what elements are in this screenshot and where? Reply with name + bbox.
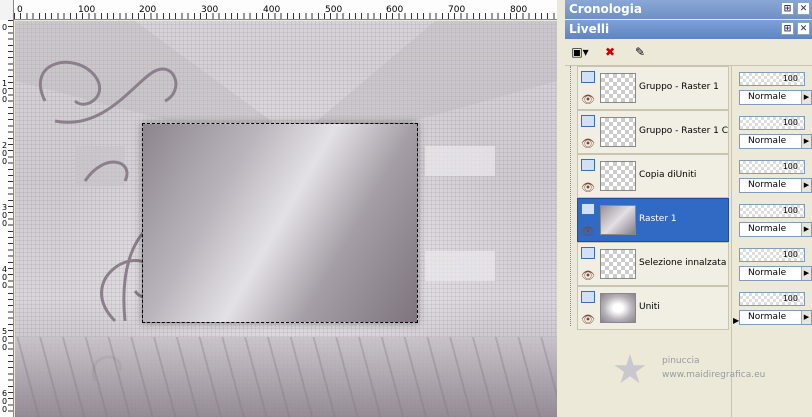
blend-mode-select[interactable]: Normale ▶ xyxy=(739,310,812,325)
ruler-ticks xyxy=(8,20,13,417)
panel-shape xyxy=(425,146,495,176)
opacity-field[interactable]: 100 xyxy=(739,204,805,218)
history-panel: Cronologia ⊞ ✕ xyxy=(565,0,812,19)
dropdown-arrow-icon[interactable]: ▶ xyxy=(801,311,811,324)
pin-icon[interactable]: ⊞ xyxy=(781,22,794,35)
layers-title-text: Livelli xyxy=(569,22,610,36)
layer-type-icon xyxy=(581,71,595,83)
layer-props-row: 100 Normale ▶ xyxy=(739,242,812,286)
layer-name: Raster 1 xyxy=(639,214,677,224)
delete-layer-icon[interactable]: ✖ xyxy=(599,42,621,62)
blend-mode-select[interactable]: Normale ▶ xyxy=(739,266,812,281)
layer-type-icon xyxy=(581,203,595,215)
layer-type-icon xyxy=(581,291,595,303)
layer-thumbnail xyxy=(600,117,636,147)
vertical-ruler: 0 100 200 300 400 500 600 xyxy=(0,20,14,417)
dropdown-arrow-icon[interactable]: ▶ xyxy=(801,179,811,192)
close-icon[interactable]: ✕ xyxy=(797,2,810,15)
eye-icon[interactable]: 👁 xyxy=(581,93,595,106)
new-layer-icon[interactable]: ▣▾ xyxy=(569,42,591,62)
watermark-url: www.maidiregrafica.eu xyxy=(662,370,766,380)
dropdown-arrow-icon[interactable]: ▶ xyxy=(801,135,811,148)
layer-thumbnail xyxy=(600,73,636,103)
eye-icon[interactable]: 👁 xyxy=(581,313,595,326)
layer-thumbnail xyxy=(600,161,636,191)
panel-splitter[interactable] xyxy=(557,0,565,417)
layers-panel: Livelli ⊞ ✕ ▣▾ ✖ ✎ xyxy=(565,20,812,66)
blend-mode-value: Normale xyxy=(748,180,787,190)
close-icon[interactable]: ✕ xyxy=(797,22,810,35)
layer-name: Gruppo - Raster 1 C xyxy=(639,126,729,136)
layer-thumbnail xyxy=(600,205,636,235)
blend-mode-value: Normale xyxy=(748,312,787,322)
layers-panel-title[interactable]: Livelli ⊞ ✕ xyxy=(565,20,812,39)
panel-shape xyxy=(425,251,495,281)
layer-name: Copia diUniti xyxy=(639,170,697,180)
opacity-field[interactable]: 100 xyxy=(739,160,805,174)
blend-mode-value: Normale xyxy=(748,136,787,146)
eye-icon[interactable]: 👁 xyxy=(581,225,595,238)
tree-line xyxy=(570,66,571,326)
layer-row[interactable]: 👁 Gruppo - Raster 1 xyxy=(577,66,729,110)
blend-mode-value: Normale xyxy=(748,92,787,102)
layer-row[interactable]: 👁 Gruppo - Raster 1 C xyxy=(577,110,729,154)
layer-props-row: 100 Normale ▶ xyxy=(739,110,812,154)
watermark-name: pinuccia xyxy=(662,356,700,366)
layer-name: Selezione innalzata xyxy=(639,258,727,268)
dropdown-arrow-icon[interactable]: ▶ xyxy=(801,267,811,280)
image-canvas[interactable] xyxy=(15,21,557,417)
layer-properties-icon[interactable]: ✎ xyxy=(629,42,651,62)
blend-mode-select[interactable]: Normale ▶ xyxy=(739,178,812,193)
layer-type-icon xyxy=(581,115,595,127)
history-panel-title[interactable]: Cronologia ⊞ ✕ xyxy=(565,0,812,19)
layer-list: 👁 Gruppo - Raster 1 👁 Gruppo - Raster 1 … xyxy=(577,66,729,330)
watermark: ★ pinuccia www.maidiregrafica.eu xyxy=(600,350,800,410)
blend-mode-select[interactable]: Normale ▶ xyxy=(739,222,812,237)
opacity-field[interactable]: 100 xyxy=(739,116,805,130)
pin-icon[interactable]: ⊞ xyxy=(781,2,794,15)
layer-thumbnail xyxy=(600,293,636,323)
blend-mode-select[interactable]: Normale ▶ xyxy=(739,90,812,105)
horizontal-ruler: 0 100 200 300 400 500 600 700 800 xyxy=(0,0,557,20)
layer-type-icon xyxy=(581,247,595,259)
dropdown-arrow-icon[interactable]: ▶ xyxy=(801,91,811,104)
history-title-text: Cronologia xyxy=(569,2,642,16)
layer-props-row: 100 Normale ▶ xyxy=(739,286,812,330)
opacity-field[interactable]: 100 xyxy=(739,72,805,86)
star-logo-icon: ★ xyxy=(612,347,648,393)
eye-icon[interactable]: 👁 xyxy=(581,181,595,194)
ruler-ticks xyxy=(14,13,557,19)
layer-row[interactable]: 👁 Uniti xyxy=(577,286,729,330)
eye-icon[interactable]: 👁 xyxy=(581,269,595,282)
layer-name: Gruppo - Raster 1 xyxy=(639,82,719,92)
blend-mode-value: Normale xyxy=(748,268,787,278)
layer-row[interactable]: 👁 Selezione innalzata xyxy=(577,242,729,286)
layer-props-row: 100 Normale ▶ xyxy=(739,198,812,242)
layer-thumbnail xyxy=(600,249,636,279)
layer-properties-column: 100 Normale ▶ 100 Normale ▶ 100 Normale ▶ 1… xyxy=(739,66,812,330)
blend-mode-select[interactable]: Normale ▶ xyxy=(739,134,812,149)
layer-row[interactable]: 👁 Copia diUniti xyxy=(577,154,729,198)
layer-props-row: 100 Normale ▶ xyxy=(739,154,812,198)
ruler-corner xyxy=(0,0,14,20)
opacity-field[interactable]: 100 xyxy=(739,248,805,262)
opacity-field[interactable]: 100 xyxy=(739,292,805,306)
floor-area xyxy=(15,337,557,417)
layers-toolbar: ▣▾ ✖ ✎ xyxy=(565,39,812,66)
eye-icon[interactable]: 👁 xyxy=(581,137,595,150)
blend-mode-value: Normale xyxy=(748,224,787,234)
layer-type-icon xyxy=(581,159,595,171)
layer-row-selected[interactable]: 👁 Raster 1 xyxy=(577,198,729,242)
layer-name: Uniti xyxy=(639,302,660,312)
dropdown-arrow-icon[interactable]: ▶ xyxy=(801,223,811,236)
marquee-selection[interactable] xyxy=(142,123,418,323)
layer-props-row: 100 Normale ▶ xyxy=(739,66,812,110)
